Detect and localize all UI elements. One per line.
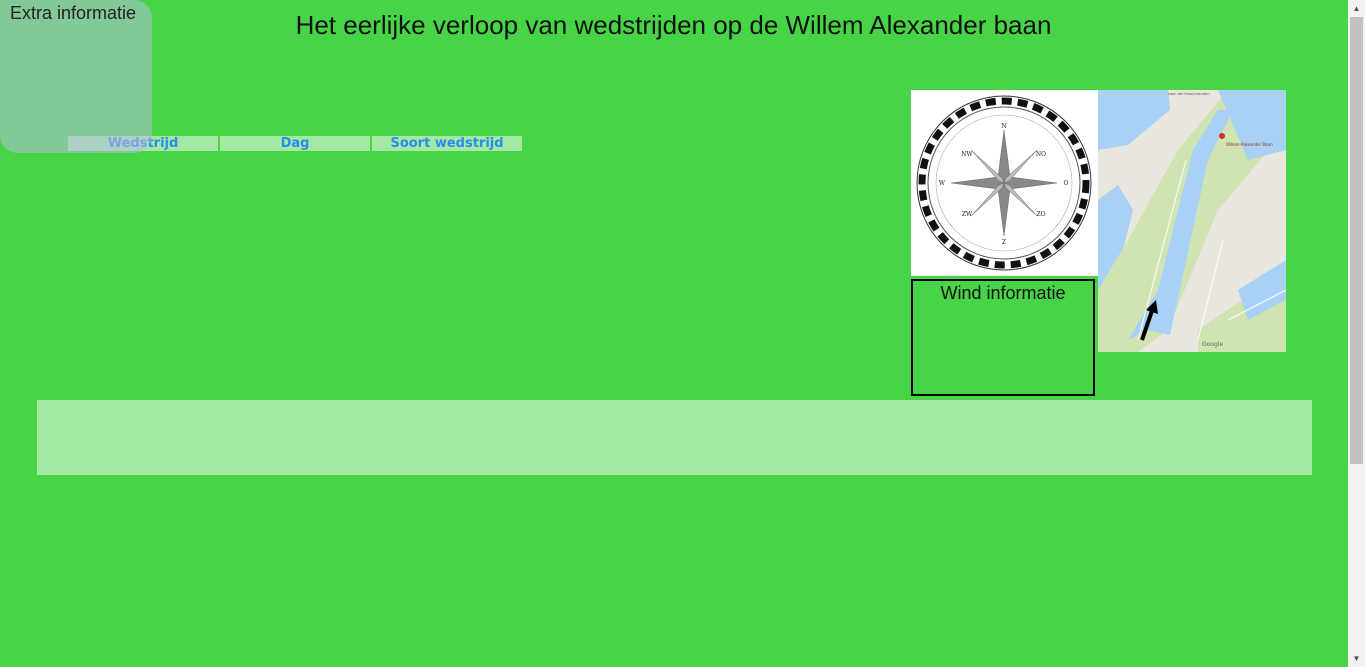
compass-label-nw: NW <box>961 151 973 158</box>
map-place-label: Willem-Alexander Baan <box>1226 142 1273 147</box>
tab-dag[interactable]: Dag <box>220 136 370 151</box>
map-google-mark: Google <box>1202 341 1223 348</box>
compass-label-o: O <box>1064 180 1069 187</box>
scroll-down-icon[interactable]: ▼ <box>1348 650 1365 667</box>
compass-rose-icon: N Z O W NO NW ZO ZW <box>916 95 1092 271</box>
vertical-scrollbar[interactable]: ▲ ▼ <box>1348 0 1365 667</box>
map-icon: Willem-Alexander Baan Laan der Kroonvrou… <box>1098 90 1286 352</box>
compass-label-w: W <box>939 180 946 187</box>
compass-label-no: NO <box>1036 151 1046 158</box>
wind-info-box: Wind informatie <box>911 279 1095 396</box>
compass-rose-image: N Z O W NO NW ZO ZW <box>911 90 1098 276</box>
compass-label-z: Z <box>1002 239 1006 246</box>
compass-label-n: N <box>1001 123 1006 130</box>
page-title: Het eerlijke verloop van wedstrijden op … <box>295 10 1052 40</box>
scroll-up-icon[interactable]: ▲ <box>1348 0 1365 17</box>
extra-info-panel[interactable]: Extra informatie <box>0 0 152 153</box>
map-image: Willem-Alexander Baan Laan der Kroonvrou… <box>1098 90 1286 352</box>
info-strip <box>37 400 1312 475</box>
compass-label-zo: ZO <box>1036 211 1045 218</box>
map-top-label: Laan der Kroonvrouwen <box>1168 92 1210 96</box>
extra-info-label: Extra informatie <box>10 3 137 23</box>
scroll-thumb[interactable] <box>1350 17 1363 464</box>
wind-info-label: Wind informatie <box>940 283 1066 303</box>
page: Het eerlijke verloop van wedstrijden op … <box>0 0 1365 667</box>
compass-label-zw: ZW <box>962 211 973 218</box>
tab-soort-wedstrijd[interactable]: Soort wedstrijd <box>372 136 522 151</box>
